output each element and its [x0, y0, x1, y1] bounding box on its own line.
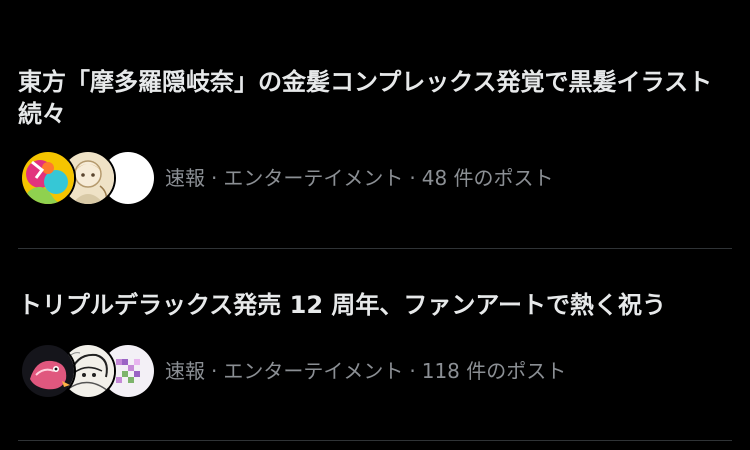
trend-meta-row: 速報 · エンターテイメント · 48 件のポスト [18, 150, 732, 206]
topic-label: エンターテイメント [223, 166, 404, 190]
avatar-stack [20, 150, 156, 206]
trend-title[interactable]: トリプルデラックス発売 12 周年、ファンアートで熱く祝う [18, 289, 732, 321]
divider [18, 248, 732, 249]
post-count: 118 件のポスト [421, 359, 567, 383]
meta-separator: · [409, 166, 416, 190]
dark-pink-creature-avatar-icon [22, 345, 74, 397]
divider [18, 440, 732, 441]
meta-separator: · [211, 166, 218, 190]
meta-separator: · [211, 359, 218, 383]
trend-title[interactable]: 東方「摩多羅隠岐奈」の金髪コンプレックス発覚で黒髪イラスト続々 [18, 66, 732, 130]
colorful-illustration-avatar-icon [22, 152, 74, 204]
category-label: 速報 [165, 166, 205, 190]
trend-meta: 速報 · エンターテイメント · 118 件のポスト [165, 358, 566, 384]
trend-story[interactable]: トリプルデラックス発売 12 周年、ファンアートで熱く祝う 速報 · エンターテ… [18, 289, 732, 399]
trending-feed: 東方「摩多羅隠岐奈」の金髪コンプレックス発覚で黒髪イラスト続々 速報 · エンタ… [0, 0, 750, 450]
trend-meta: 速報 · エンターテイメント · 48 件のポスト [165, 165, 554, 191]
category-label: 速報 [165, 359, 205, 383]
meta-separator: · [409, 359, 416, 383]
avatar [20, 150, 76, 206]
trend-story[interactable]: 東方「摩多羅隠岐奈」の金髪コンプレックス発覚で黒髪イラスト続々 速報 · エンタ… [18, 66, 732, 206]
avatar [20, 343, 76, 399]
topic-label: エンターテイメント [223, 359, 404, 383]
trend-meta-row: 速報 · エンターテイメント · 118 件のポスト [18, 343, 732, 399]
avatar-stack [20, 343, 156, 399]
post-count: 48 件のポスト [421, 166, 554, 190]
